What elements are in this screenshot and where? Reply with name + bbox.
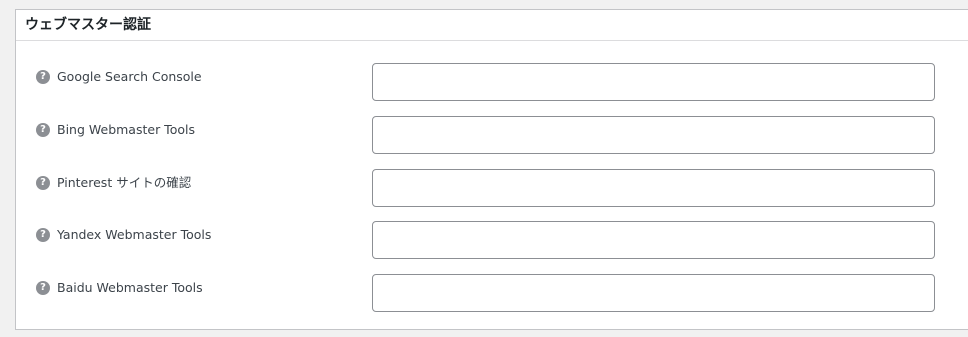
panel-header: ウェブマスター認証 bbox=[16, 10, 968, 41]
help-icon[interactable]: ? bbox=[36, 123, 50, 137]
yandex-webmaster-tools-input[interactable] bbox=[372, 221, 935, 259]
panel-title: ウェブマスター認証 bbox=[25, 17, 151, 33]
row-label: ? Yandex Webmaster Tools bbox=[36, 225, 211, 245]
bing-webmaster-tools-label: Bing Webmaster Tools bbox=[57, 121, 195, 137]
google-search-console-label: Google Search Console bbox=[57, 68, 202, 84]
row-bing-webmaster-tools: ? Bing Webmaster Tools bbox=[16, 116, 968, 154]
help-icon[interactable]: ? bbox=[36, 228, 50, 242]
row-baidu-webmaster-tools: ? Baidu Webmaster Tools bbox=[16, 274, 968, 312]
baidu-webmaster-tools-label: Baidu Webmaster Tools bbox=[57, 279, 203, 295]
webmaster-verification-panel: ウェブマスター認証 ? Google Search Console ? Bing… bbox=[15, 9, 968, 330]
yandex-webmaster-tools-label: Yandex Webmaster Tools bbox=[57, 226, 212, 242]
row-label: ? Baidu Webmaster Tools bbox=[36, 278, 203, 298]
row-google-search-console: ? Google Search Console bbox=[16, 63, 968, 101]
row-yandex-webmaster-tools: ? Yandex Webmaster Tools bbox=[16, 221, 968, 259]
help-icon[interactable]: ? bbox=[36, 70, 50, 84]
pinterest-verification-input[interactable] bbox=[372, 169, 935, 207]
help-icon[interactable]: ? bbox=[36, 176, 50, 190]
help-icon[interactable]: ? bbox=[36, 281, 50, 295]
row-label: ? Google Search Console bbox=[36, 67, 202, 87]
bing-webmaster-tools-input[interactable] bbox=[372, 116, 935, 154]
baidu-webmaster-tools-input[interactable] bbox=[372, 274, 935, 312]
row-pinterest-verification: ? Pinterest サイトの確認 bbox=[16, 169, 968, 207]
row-label: ? Bing Webmaster Tools bbox=[36, 120, 195, 140]
pinterest-verification-label: Pinterest サイトの確認 bbox=[57, 174, 192, 190]
google-search-console-input[interactable] bbox=[372, 63, 935, 101]
row-label: ? Pinterest サイトの確認 bbox=[36, 173, 191, 193]
